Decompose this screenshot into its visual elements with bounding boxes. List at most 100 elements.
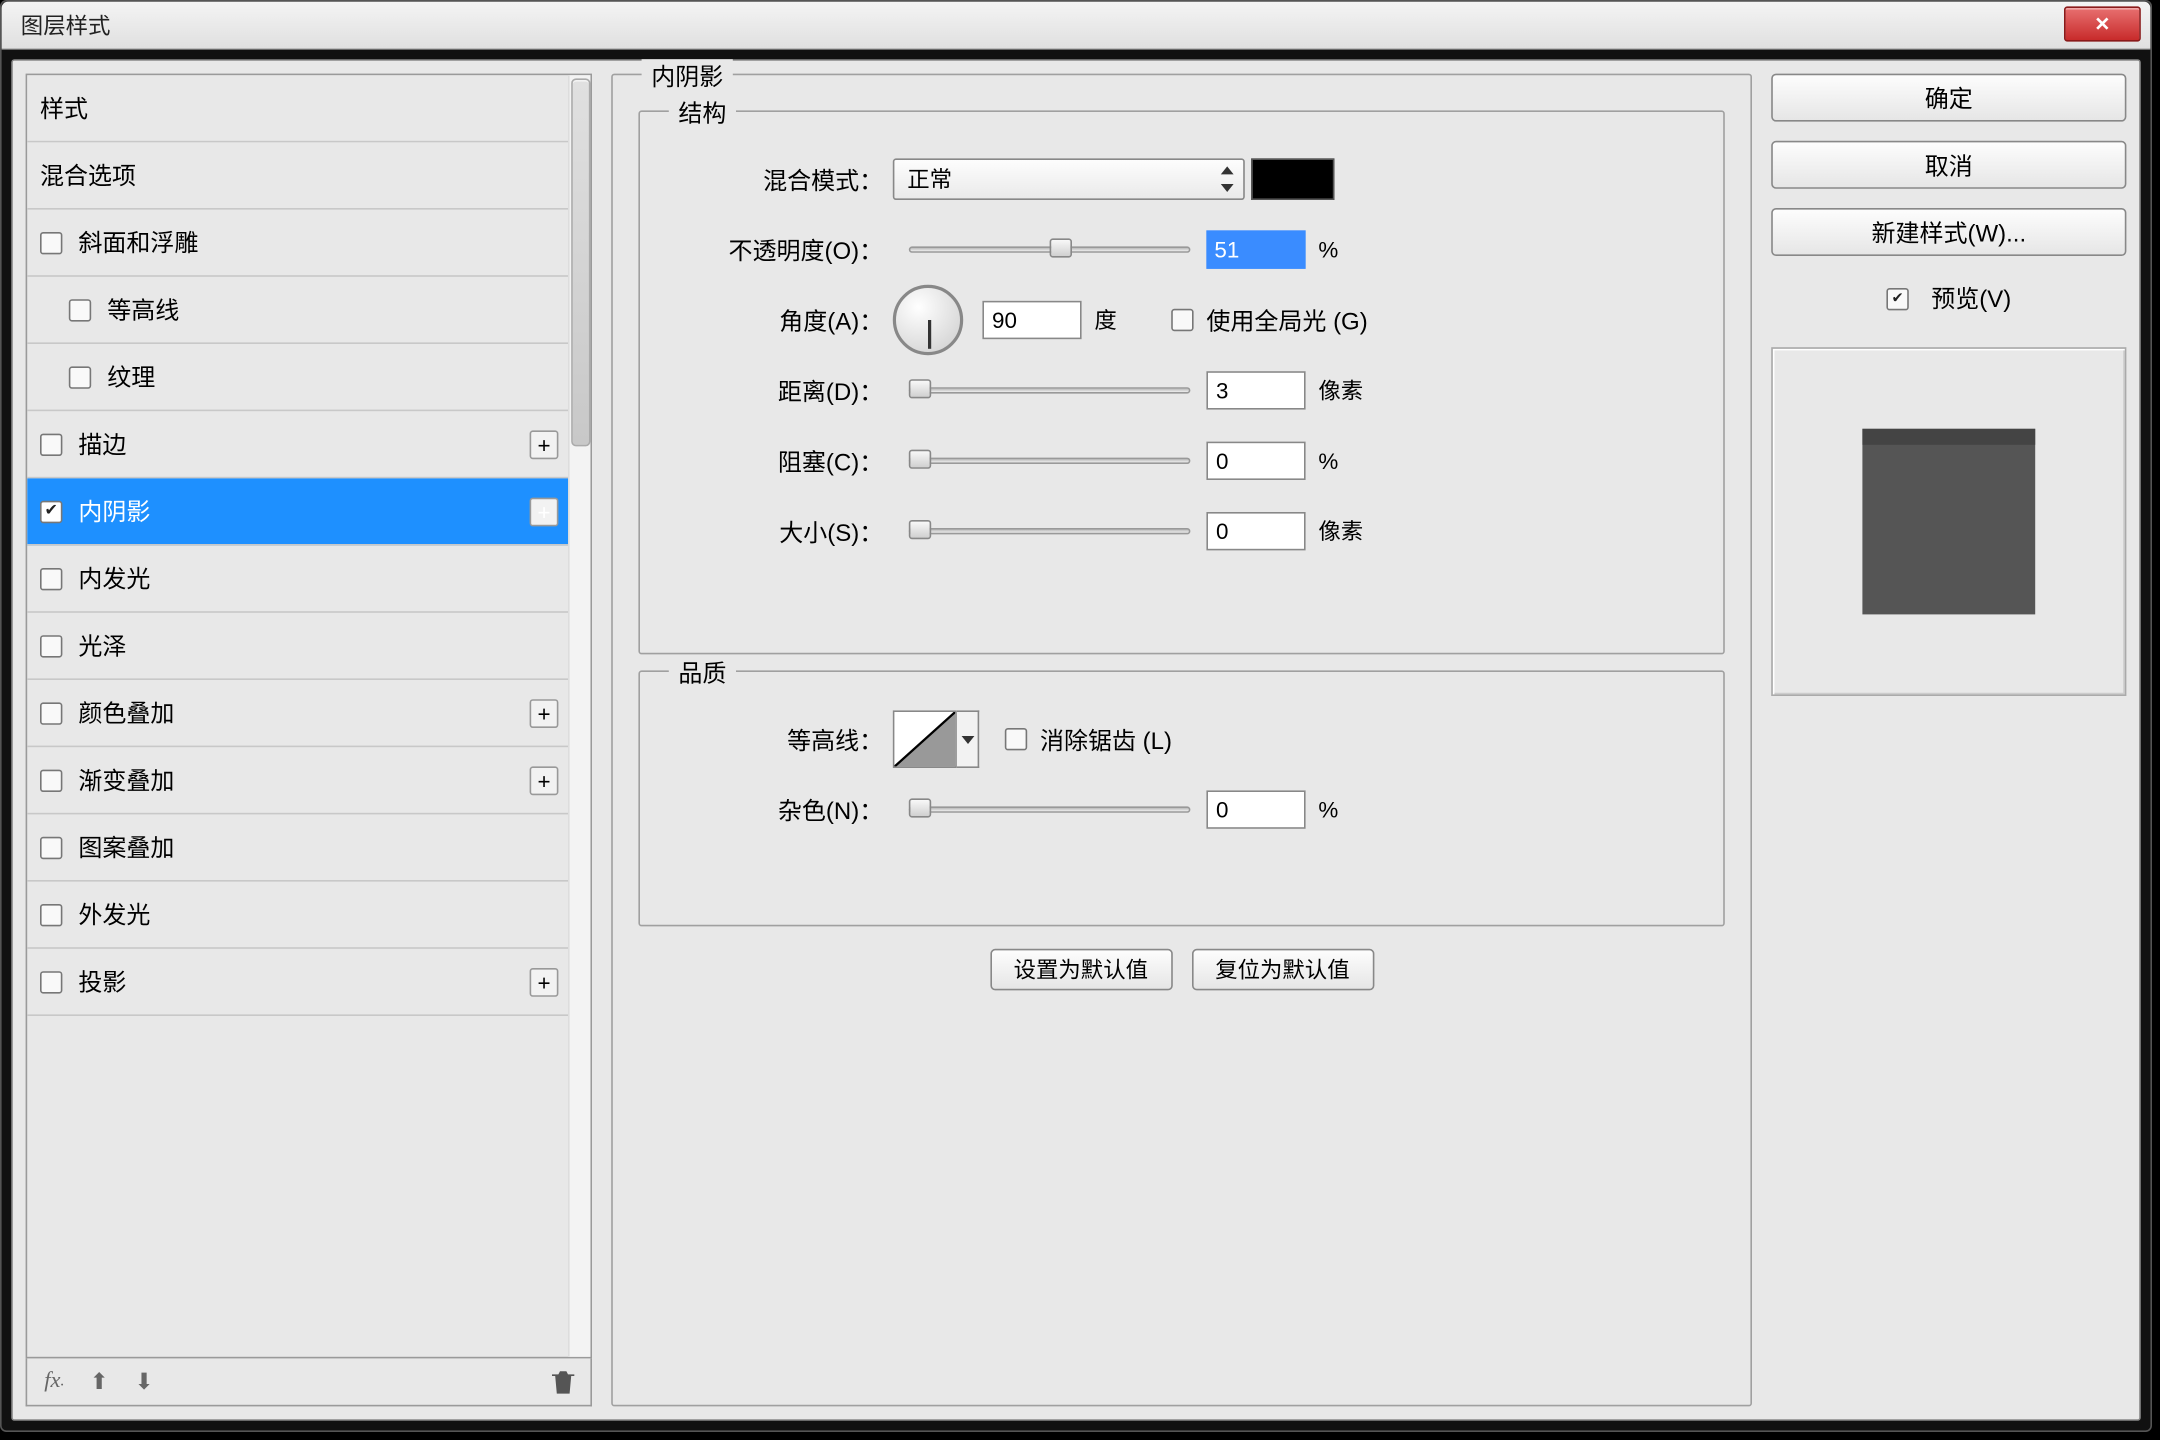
styles-panel: 样式 混合选项 斜面和浮雕等高线纹理描边 + 内阴影 + 内发光光泽颜色叠加 + 渐变叠加 +…	[26, 74, 592, 1407]
angle-dial[interactable]	[893, 285, 963, 355]
style-item-label: 等高线	[107, 293, 179, 327]
style-item-label: 颜色叠加	[78, 696, 174, 730]
style-item-label: 纹理	[107, 360, 155, 394]
inner-shadow-legend: 内阴影	[642, 59, 733, 93]
angle-label: 角度(A)：	[669, 303, 893, 337]
style-item-checkbox[interactable]	[40, 634, 62, 656]
style-item-checkbox[interactable]	[40, 231, 62, 253]
style-item-checkbox[interactable]	[69, 366, 91, 388]
opacity-slider[interactable]	[909, 243, 1191, 256]
choke-unit: %	[1318, 448, 1372, 474]
inner-shadow-group: 内阴影 结构 混合模式： 正常	[611, 74, 1752, 1407]
styles-header[interactable]: 样式	[27, 75, 568, 142]
choke-slider[interactable]	[909, 454, 1191, 467]
style-item-label: 内阴影	[78, 494, 150, 528]
quality-legend: 品质	[669, 656, 736, 690]
style-item-checkbox[interactable]	[40, 702, 62, 724]
style-item-label: 图案叠加	[78, 830, 174, 864]
preview-checkbox[interactable]	[1886, 287, 1908, 309]
style-item-checkbox[interactable]	[40, 433, 62, 455]
contour-picker[interactable]	[893, 710, 957, 768]
style-item[interactable]: 内阴影 +	[27, 478, 568, 545]
preview-swatch	[1862, 429, 2035, 615]
cancel-button[interactable]: 取消	[1771, 141, 2126, 189]
style-list-scrollbar[interactable]	[568, 75, 590, 1357]
noise-slider[interactable]	[909, 803, 1191, 816]
blending-options-label: 混合选项	[40, 158, 136, 192]
style-item-label: 光泽	[78, 629, 126, 663]
noise-label: 杂色(N)：	[669, 793, 893, 827]
style-item[interactable]: 颜色叠加 +	[27, 680, 568, 747]
opacity-unit: %	[1318, 237, 1372, 263]
angle-input[interactable]	[982, 301, 1081, 339]
preview-box	[1771, 347, 2126, 696]
title-bar[interactable]: 图层样式 ✕	[2, 2, 2151, 50]
style-item[interactable]: 斜面和浮雕	[27, 210, 568, 277]
opacity-label: 不透明度(O)：	[669, 233, 893, 267]
angle-unit: 度	[1094, 304, 1148, 336]
add-effect-icon[interactable]: +	[530, 430, 559, 459]
reset-default-button[interactable]: 复位为默认值	[1191, 949, 1373, 991]
dialog-window: 图层样式 ✕ 样式 混合选项 斜面和浮雕等高线纹理描边 + 内阴影 + 内发光光泽颜色叠…	[0, 0, 2152, 1432]
antialias-label: 消除锯齿 (L)	[1040, 722, 1172, 756]
style-item-checkbox[interactable]	[40, 500, 62, 522]
global-light-label: 使用全局光 (G)	[1206, 303, 1367, 337]
global-light-checkbox[interactable]	[1171, 309, 1193, 331]
style-item-checkbox[interactable]	[69, 298, 91, 320]
effect-settings-panel: 内阴影 结构 混合模式： 正常	[611, 74, 1752, 1407]
fx-menu-icon[interactable]: fx	[40, 1367, 69, 1396]
style-item[interactable]: 渐变叠加 +	[27, 747, 568, 814]
contour-dropdown[interactable]	[957, 710, 979, 768]
distance-unit: 像素	[1318, 374, 1372, 406]
make-default-button[interactable]: 设置为默认值	[990, 949, 1172, 991]
move-up-icon[interactable]: ⬆	[85, 1367, 114, 1396]
style-list: 样式 混合选项 斜面和浮雕等高线纹理描边 + 内阴影 + 内发光光泽颜色叠加 + 渐变叠加 +…	[26, 74, 592, 1359]
style-item[interactable]: 等高线	[27, 277, 568, 344]
style-item-label: 渐变叠加	[78, 763, 174, 797]
shadow-color-swatch[interactable]	[1251, 158, 1334, 200]
size-unit: 像素	[1318, 515, 1372, 547]
close-button[interactable]: ✕	[2064, 6, 2141, 41]
style-item-label: 描边	[78, 427, 126, 461]
size-input[interactable]	[1206, 512, 1305, 550]
style-item-checkbox[interactable]	[40, 567, 62, 589]
add-effect-icon[interactable]: +	[530, 766, 559, 795]
action-panel: 确定 取消 新建样式(W)... 预览(V)	[1771, 74, 2126, 1407]
distance-input[interactable]	[1206, 371, 1305, 409]
ok-button[interactable]: 确定	[1771, 74, 2126, 122]
choke-input[interactable]	[1206, 442, 1305, 480]
close-icon: ✕	[2094, 13, 2110, 35]
blend-mode-value: 正常	[907, 163, 952, 195]
distance-label: 距离(D)：	[669, 374, 893, 408]
size-slider[interactable]	[909, 525, 1191, 538]
scrollbar-thumb[interactable]	[571, 78, 590, 446]
style-item[interactable]: 内发光	[27, 546, 568, 613]
style-item[interactable]: 图案叠加	[27, 814, 568, 881]
window-title: 图层样式	[21, 9, 111, 41]
distance-slider[interactable]	[909, 384, 1191, 397]
style-item[interactable]: 光泽	[27, 613, 568, 680]
style-item[interactable]: 描边 +	[27, 411, 568, 478]
style-item[interactable]: 投影+	[27, 949, 568, 1016]
new-style-button[interactable]: 新建样式(W)...	[1771, 208, 2126, 256]
structure-group: 结构 混合模式： 正常 不透明度(O)：	[638, 110, 1724, 654]
trash-icon[interactable]	[549, 1367, 578, 1396]
add-effect-icon[interactable]: +	[530, 698, 559, 727]
style-item[interactable]: 纹理	[27, 344, 568, 411]
noise-input[interactable]	[1206, 790, 1305, 828]
antialias-checkbox[interactable]	[1005, 728, 1027, 750]
move-down-icon[interactable]: ⬇	[130, 1367, 159, 1396]
style-item-checkbox[interactable]	[40, 769, 62, 791]
blend-mode-select[interactable]: 正常	[893, 158, 1245, 200]
style-item-checkbox[interactable]	[40, 903, 62, 925]
style-item-checkbox[interactable]	[40, 970, 62, 992]
opacity-input[interactable]	[1206, 230, 1305, 268]
add-effect-icon[interactable]: +	[530, 967, 559, 996]
style-item-label: 内发光	[78, 562, 150, 596]
style-item[interactable]: 外发光	[27, 882, 568, 949]
contour-label: 等高线：	[669, 722, 893, 756]
blending-options-header[interactable]: 混合选项	[27, 142, 568, 209]
add-effect-icon[interactable]: +	[530, 497, 559, 526]
style-item-checkbox[interactable]	[40, 836, 62, 858]
noise-unit: %	[1318, 797, 1372, 823]
